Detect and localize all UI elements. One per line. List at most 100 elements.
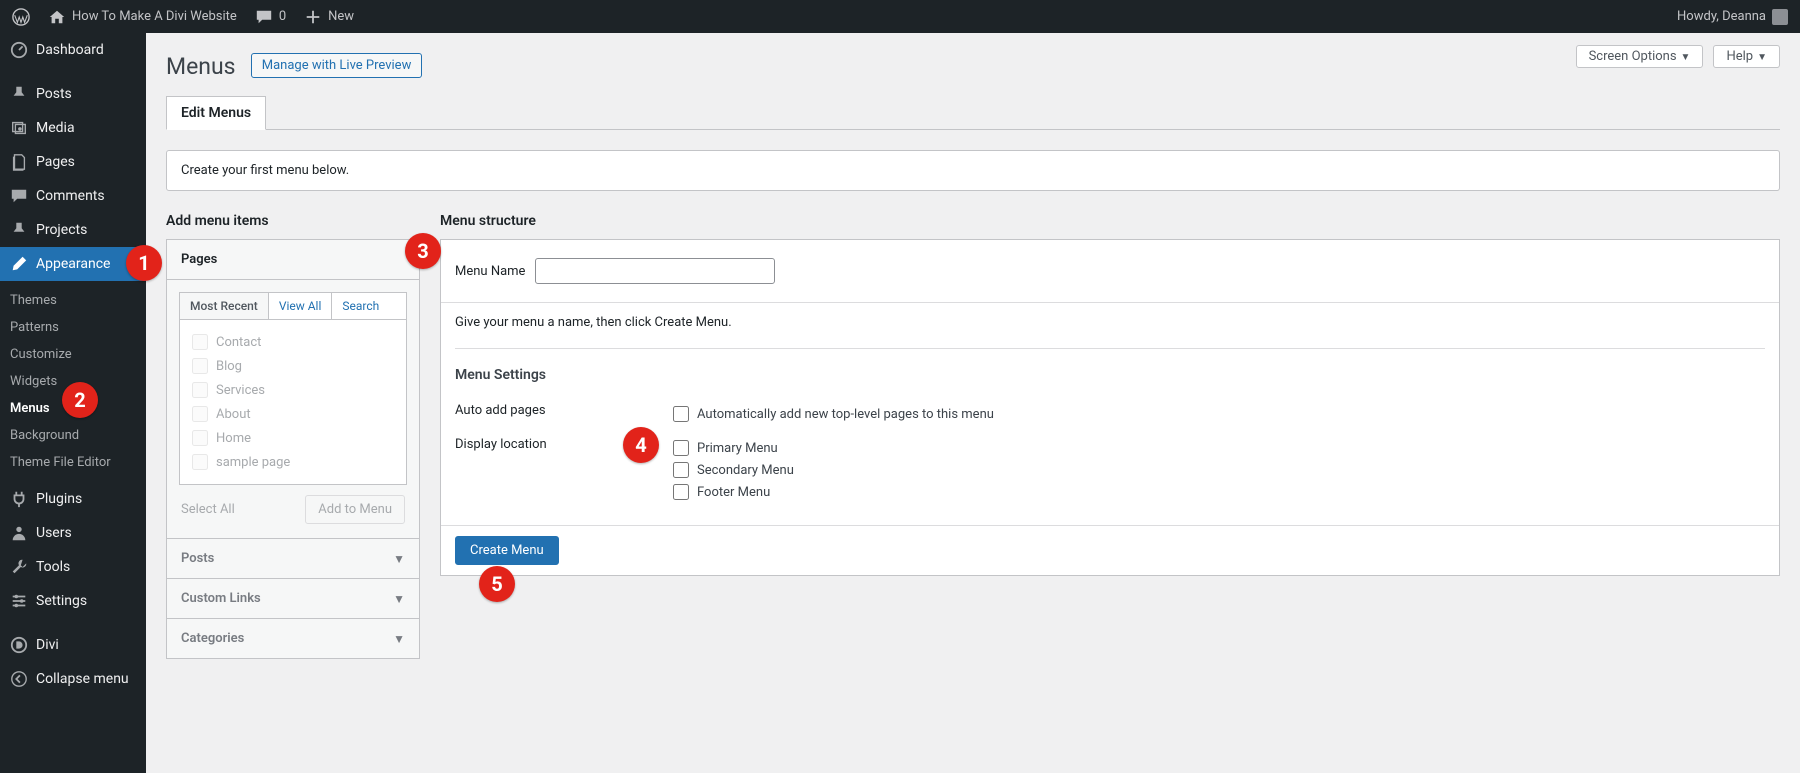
chevron-down-icon: ▼ bbox=[393, 632, 405, 646]
greeting-text: Howdy, Deanna bbox=[1677, 9, 1766, 24]
new-content[interactable]: New bbox=[304, 8, 354, 26]
sidebar-item-media[interactable]: Media bbox=[0, 111, 146, 145]
annotation-1: 1 bbox=[126, 245, 162, 281]
page-item-label: About bbox=[216, 407, 251, 422]
sidebar-item-appearance[interactable]: Appearance bbox=[0, 247, 146, 281]
help-label: Help bbox=[1726, 49, 1753, 64]
sidebar-item-comments[interactable]: Comments bbox=[0, 179, 146, 213]
collapse-menu[interactable]: Collapse menu bbox=[0, 662, 146, 696]
location-option[interactable]: Secondary Menu bbox=[673, 459, 794, 481]
acc-custom-label: Custom Links bbox=[181, 591, 261, 606]
page-item[interactable]: sample page bbox=[192, 450, 394, 474]
sub-item-theme-editor[interactable]: Theme File Editor bbox=[0, 449, 146, 476]
sidebar-item-projects[interactable]: Projects bbox=[0, 213, 146, 247]
page-checkbox[interactable] bbox=[192, 382, 208, 398]
auto-add-option[interactable]: Automatically add new top-level pages to… bbox=[673, 403, 994, 425]
tab-view-all[interactable]: View All bbox=[269, 293, 333, 319]
sidebar-label: Plugins bbox=[36, 491, 82, 507]
sidebar-item-users[interactable]: Users bbox=[0, 516, 146, 550]
wp-logo[interactable] bbox=[12, 8, 30, 26]
page-title: Menus bbox=[166, 33, 236, 90]
sub-item-patterns[interactable]: Patterns bbox=[0, 314, 146, 341]
new-label: New bbox=[328, 9, 354, 24]
main-content: Screen Options▼ Help▼ Menus Manage with … bbox=[146, 33, 1800, 699]
acc-pages-body: Most Recent View All Search Contact Blog… bbox=[167, 280, 419, 538]
acc-pages-head[interactable]: Pages bbox=[167, 240, 419, 280]
live-preview-button[interactable]: Manage with Live Preview bbox=[251, 53, 423, 78]
page-checkbox[interactable] bbox=[192, 406, 208, 422]
tab-most-recent[interactable]: Most Recent bbox=[180, 293, 269, 319]
acc-categories-head[interactable]: Categories ▼ bbox=[167, 618, 419, 658]
add-items-heading: Add menu items bbox=[166, 213, 420, 229]
sliders-icon bbox=[10, 592, 28, 610]
menu-instruction: Give your menu a name, then click Create… bbox=[441, 303, 1779, 342]
chevron-down-icon: ▼ bbox=[393, 592, 405, 606]
site-link[interactable]: How To Make A Divi Website bbox=[48, 8, 237, 26]
sub-item-customize[interactable]: Customize bbox=[0, 341, 146, 368]
sidebar-item-divi[interactable]: Divi bbox=[0, 628, 146, 662]
comment-icon bbox=[10, 187, 28, 205]
page-item[interactable]: Services bbox=[192, 378, 394, 402]
page-item[interactable]: Blog bbox=[192, 354, 394, 378]
sidebar-item-settings[interactable]: Settings bbox=[0, 584, 146, 618]
acc-posts-head[interactable]: Posts ▼ bbox=[167, 538, 419, 578]
page-checkbox[interactable] bbox=[192, 358, 208, 374]
comments-link[interactable]: 0 bbox=[255, 8, 286, 26]
user-greeting[interactable]: Howdy, Deanna bbox=[1677, 9, 1788, 25]
sidebar-item-tools[interactable]: Tools bbox=[0, 550, 146, 584]
sidebar-item-plugins[interactable]: Plugins bbox=[0, 482, 146, 516]
acc-custom-head[interactable]: Custom Links ▼ bbox=[167, 578, 419, 618]
page-item-label: Contact bbox=[216, 335, 261, 350]
page-item-label: Blog bbox=[216, 359, 242, 374]
plus-icon bbox=[304, 8, 322, 26]
menu-settings-block: Menu Settings Auto add pages Automatical… bbox=[441, 348, 1779, 525]
annotation-5: 5 bbox=[479, 566, 515, 602]
auto-add-checkbox[interactable] bbox=[673, 406, 689, 422]
location-checkbox[interactable] bbox=[673, 462, 689, 478]
select-all-link[interactable]: Select All bbox=[181, 502, 235, 517]
page-item[interactable]: Home bbox=[192, 426, 394, 450]
screen-options-label: Screen Options bbox=[1589, 49, 1677, 64]
admin-toolbar: How To Make A Divi Website 0 New Howdy, … bbox=[0, 0, 1800, 33]
sidebar-label: Dashboard bbox=[36, 42, 104, 58]
chevron-down-icon: ▼ bbox=[1757, 52, 1767, 63]
location-checkbox[interactable] bbox=[673, 484, 689, 500]
page-checkbox[interactable] bbox=[192, 334, 208, 350]
page-checkbox[interactable] bbox=[192, 430, 208, 446]
pin-icon bbox=[10, 85, 28, 103]
auto-add-text: Automatically add new top-level pages to… bbox=[697, 407, 994, 422]
sidebar-label: Posts bbox=[36, 86, 72, 102]
page-item[interactable]: Contact bbox=[192, 330, 394, 354]
sidebar-item-pages[interactable]: Pages bbox=[0, 145, 146, 179]
page-item-label: Home bbox=[216, 431, 251, 446]
menu-name-input[interactable] bbox=[535, 258, 775, 284]
plug-icon bbox=[10, 490, 28, 508]
annotation-4: 4 bbox=[623, 427, 659, 463]
tab-edit-menus[interactable]: Edit Menus bbox=[166, 96, 266, 130]
page-item[interactable]: About bbox=[192, 402, 394, 426]
collapse-icon bbox=[10, 670, 28, 688]
tab-search[interactable]: Search bbox=[332, 293, 389, 319]
screen-options-button[interactable]: Screen Options▼ bbox=[1576, 45, 1704, 68]
sidebar-item-posts[interactable]: Posts bbox=[0, 77, 146, 111]
location-text: Secondary Menu bbox=[697, 463, 794, 478]
sidebar-label: Comments bbox=[36, 188, 105, 204]
create-menu-button[interactable]: Create Menu bbox=[455, 536, 559, 565]
page-checkbox[interactable] bbox=[192, 454, 208, 470]
add-to-menu-button[interactable]: Add to Menu bbox=[305, 495, 405, 524]
menu-name-row: Menu Name bbox=[441, 240, 1779, 303]
menu-structure-panel: Menu Name Give your menu a name, then cl… bbox=[440, 239, 1780, 576]
sub-item-background[interactable]: Background bbox=[0, 422, 146, 449]
sidebar-item-dashboard[interactable]: Dashboard bbox=[0, 33, 146, 67]
sidebar-label: Media bbox=[36, 120, 75, 136]
location-option[interactable]: Primary Menu bbox=[673, 437, 794, 459]
sidebar-label: Divi bbox=[36, 637, 59, 653]
location-text: Footer Menu bbox=[697, 485, 770, 500]
help-button[interactable]: Help ▼ bbox=[1713, 45, 1780, 68]
location-checkbox[interactable] bbox=[673, 440, 689, 456]
acc-posts-label: Posts bbox=[181, 551, 214, 566]
annotation-2: 2 bbox=[62, 382, 98, 418]
location-option[interactable]: Footer Menu bbox=[673, 481, 794, 503]
sub-item-themes[interactable]: Themes bbox=[0, 287, 146, 314]
divi-icon bbox=[10, 636, 28, 654]
